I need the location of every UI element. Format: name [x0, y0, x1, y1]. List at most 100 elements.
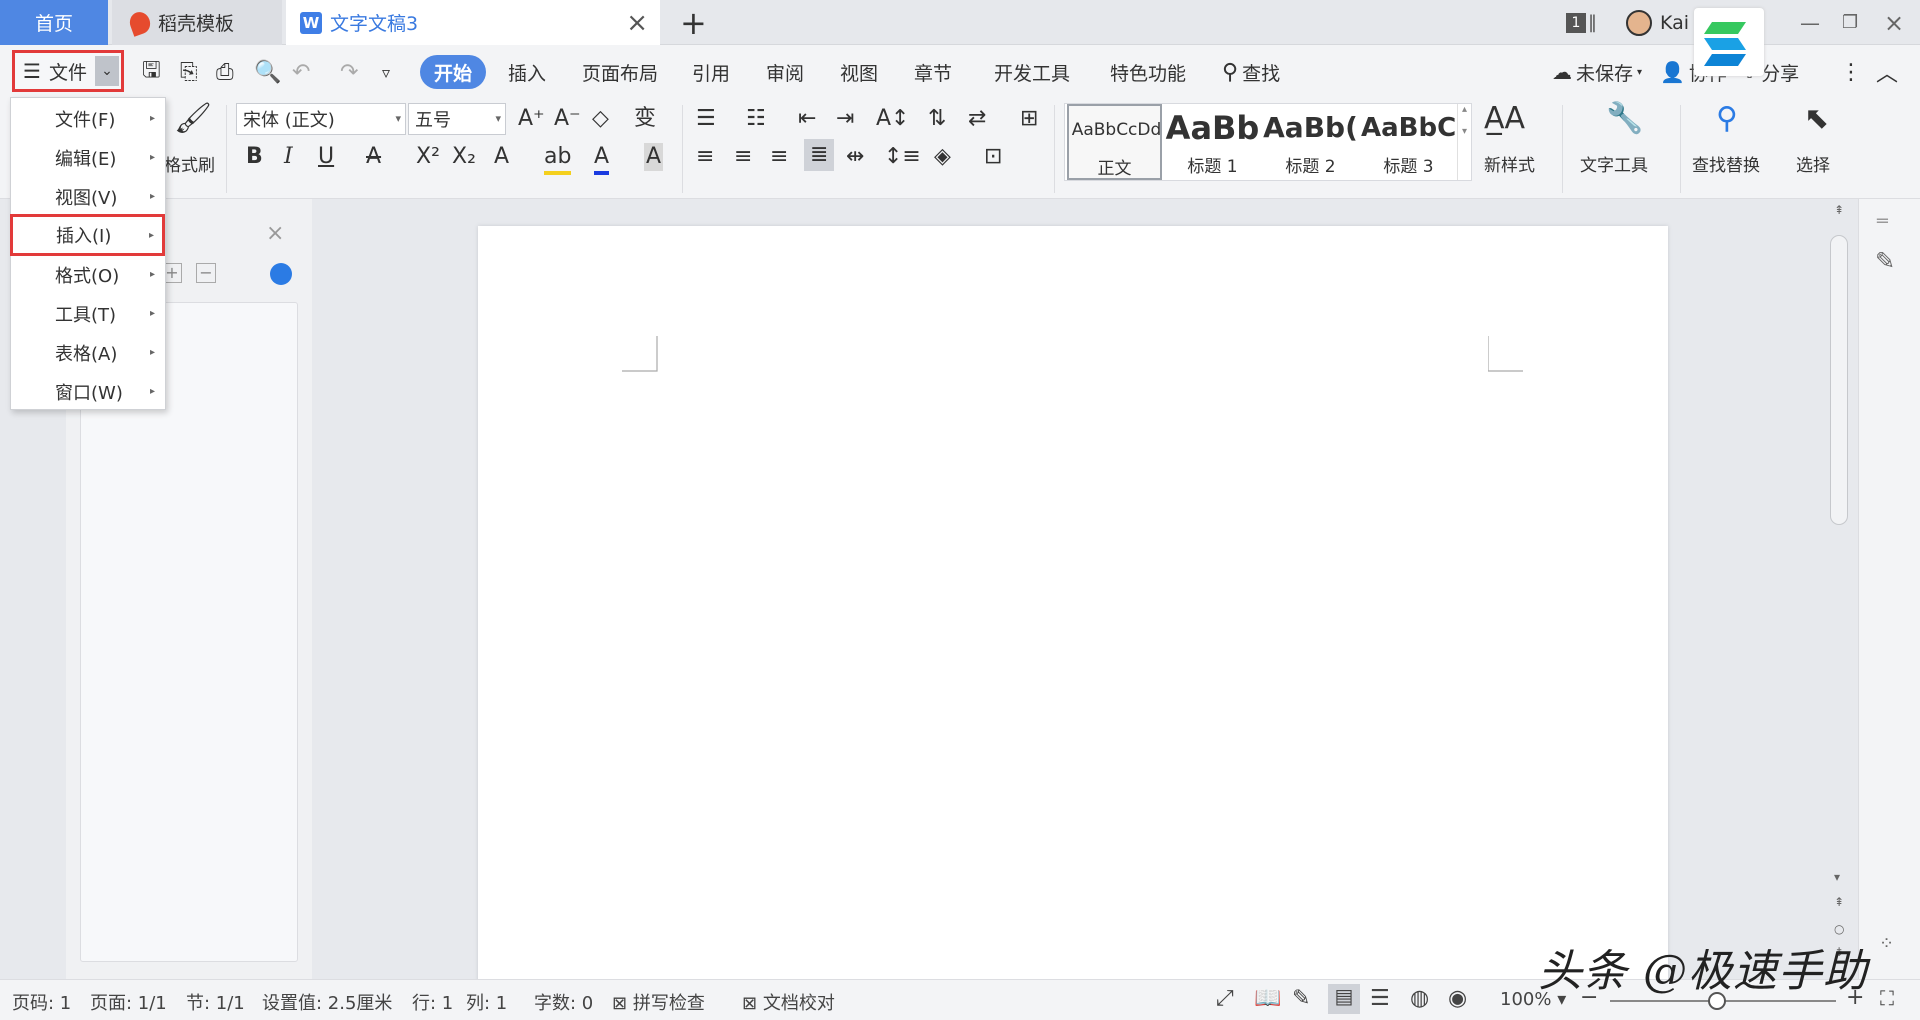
text-effect-icon[interactable]: A: [494, 143, 509, 171]
font-name-select[interactable]: 宋体 (正文) ▾: [236, 103, 406, 135]
unsaved-status[interactable]: ☁ 未保存 ▾: [1552, 55, 1642, 89]
menu-item-insert[interactable]: 插入(I) ▸: [10, 214, 165, 256]
align-left-icon[interactable]: ≡: [696, 143, 714, 171]
spell-check-button[interactable]: ⊠ 拼写检查: [612, 989, 705, 1015]
doc-check-button[interactable]: ⊠ 文档校对: [742, 989, 835, 1015]
shading-icon[interactable]: ◈: [934, 143, 951, 171]
decrease-indent-icon[interactable]: ⇤: [798, 105, 816, 133]
edit-pen-icon[interactable]: ✎: [1875, 247, 1895, 275]
fit-page-icon[interactable]: ⛶: [1880, 986, 1894, 1010]
tab-view[interactable]: 视图: [840, 55, 878, 89]
grow-font-icon[interactable]: A⁺: [518, 105, 545, 133]
distribute-icon[interactable]: ⇹: [846, 143, 864, 171]
user-account[interactable]: Kai: [1626, 0, 1689, 45]
tab-review[interactable]: 审阅: [766, 55, 804, 89]
clear-format-icon[interactable]: ◇: [592, 105, 609, 133]
apps-grid-icon[interactable]: ⁘: [1879, 933, 1894, 954]
print-icon[interactable]: ⎙: [216, 55, 234, 89]
write-mode-icon[interactable]: ✎: [1292, 986, 1310, 1011]
select-label[interactable]: 选择: [1796, 151, 1830, 176]
collapse-ribbon-icon[interactable]: ︿: [1876, 55, 1898, 89]
text-direction-icon[interactable]: A↕: [876, 105, 909, 133]
web-view-icon[interactable]: ◍: [1410, 986, 1429, 1011]
export-icon[interactable]: ⎘: [180, 55, 198, 89]
new-style-icon[interactable]: A̲A: [1484, 104, 1525, 134]
minimize-button[interactable]: —: [1800, 0, 1820, 45]
read-mode-icon[interactable]: 📖: [1254, 986, 1281, 1011]
superscript-icon[interactable]: X²: [416, 143, 440, 171]
search-button[interactable]: ⚲ 查找: [1222, 55, 1280, 89]
menu-item-tools[interactable]: 工具(T) ▸: [11, 294, 165, 333]
close-icon[interactable]: ×: [266, 221, 284, 246]
show-marks-icon[interactable]: ⇄: [968, 105, 986, 133]
font-size-select[interactable]: 五号 ▾: [408, 103, 506, 135]
undo-icon[interactable]: ↶: [292, 55, 310, 89]
char-shading-icon[interactable]: A: [644, 143, 664, 171]
numbered-list-icon[interactable]: ☷: [746, 105, 766, 133]
menu-item-table[interactable]: 表格(A) ▸: [11, 333, 165, 372]
tab-template[interactable]: 稻壳模板: [112, 0, 282, 45]
justify-icon[interactable]: ≣: [804, 139, 835, 171]
find-replace-label[interactable]: 查找替换: [1692, 151, 1760, 176]
tab-chapter[interactable]: 章节: [914, 55, 952, 89]
scroll-down-icon[interactable]: ▾: [1834, 870, 1840, 884]
shrink-font-icon[interactable]: A⁻: [554, 105, 581, 133]
more-options-icon[interactable]: ⋮: [1840, 55, 1862, 89]
prev-page-icon[interactable]: ⇞: [1834, 895, 1844, 909]
close-tab-icon[interactable]: ×: [626, 8, 648, 38]
outline-view-icon[interactable]: ☰: [1370, 986, 1390, 1011]
eye-protect-icon[interactable]: ◉: [1448, 986, 1467, 1011]
tab-page-layout[interactable]: 页面布局: [582, 55, 658, 89]
italic-icon[interactable]: I: [284, 143, 293, 171]
menu-item-format[interactable]: 格式(O) ▸: [11, 255, 165, 294]
scroll-top-icon[interactable]: ⇞: [1834, 203, 1844, 217]
tab-insert[interactable]: 插入: [508, 55, 546, 89]
cursor-icon[interactable]: ⬉: [1804, 104, 1829, 134]
tab-developer[interactable]: 开发工具: [994, 55, 1070, 89]
tab-references[interactable]: 引用: [692, 55, 730, 89]
style-heading-3[interactable]: AaBbC 标题 3: [1361, 104, 1456, 180]
align-right-icon[interactable]: ≡: [770, 143, 788, 171]
wrench-icon[interactable]: 🔧: [1606, 104, 1643, 134]
phonetic-guide-icon[interactable]: 变: [634, 105, 656, 133]
document-page[interactable]: [478, 226, 1668, 986]
panel-handle-icon[interactable]: ═: [1877, 211, 1888, 232]
status-word-count[interactable]: 字数: 0: [534, 989, 593, 1015]
save-icon[interactable]: 🖫: [142, 55, 161, 89]
align-center-icon[interactable]: ≡: [734, 143, 752, 171]
restore-button[interactable]: ❐: [1842, 0, 1858, 45]
font-color-icon[interactable]: A: [594, 143, 610, 175]
underline-icon[interactable]: U: [318, 143, 334, 171]
vertical-scrollbar[interactable]: [1830, 235, 1848, 525]
redo-icon[interactable]: ↷: [340, 55, 358, 89]
customize-quick-access-icon[interactable]: ▿: [382, 55, 390, 89]
print-preview-icon[interactable]: 🔍: [254, 55, 281, 89]
highlight-icon[interactable]: ab: [544, 143, 572, 175]
page-view-icon[interactable]: ▤: [1328, 984, 1360, 1014]
chevron-down-icon[interactable]: ⌄: [95, 56, 119, 86]
tab-home[interactable]: 首页: [0, 0, 108, 45]
file-menu-button[interactable]: ☰ 文件 ⌄: [12, 50, 124, 92]
tab-start[interactable]: 开始: [420, 55, 487, 89]
format-painter-label[interactable]: 格式刷: [164, 151, 215, 176]
text-tools-label[interactable]: 文字工具: [1580, 151, 1648, 176]
magnifier-icon[interactable]: ⚲: [1716, 104, 1738, 134]
floating-app-icon[interactable]: [1694, 8, 1764, 76]
nav-options-icon[interactable]: [270, 263, 292, 285]
window-count-badge[interactable]: 1 ‖: [1566, 0, 1597, 45]
style-normal[interactable]: AaBbCcDd 正文: [1067, 104, 1162, 180]
status-page-number[interactable]: 页码: 1: [12, 989, 71, 1015]
format-painter-icon[interactable]: 🖌: [174, 104, 212, 134]
tab-document[interactable]: W 文字文稿3 ×: [286, 0, 660, 45]
collapse-icon[interactable]: −: [196, 263, 216, 283]
menu-item-file[interactable]: 文件(F) ▸: [11, 99, 165, 138]
style-heading-2[interactable]: AaBb( 标题 2: [1263, 104, 1358, 180]
bullet-list-icon[interactable]: ☰: [696, 105, 716, 133]
menu-item-window[interactable]: 窗口(W) ▸: [11, 372, 165, 411]
line-spacing-icon[interactable]: ↕≡: [884, 143, 921, 171]
select-browse-icon[interactable]: ○: [1834, 922, 1844, 936]
fullscreen-icon[interactable]: ⤢: [1216, 986, 1234, 1011]
table-borders-icon[interactable]: ⊞: [1020, 105, 1038, 133]
new-tab-button[interactable]: +: [680, 4, 707, 42]
subscript-icon[interactable]: X₂: [452, 143, 476, 171]
